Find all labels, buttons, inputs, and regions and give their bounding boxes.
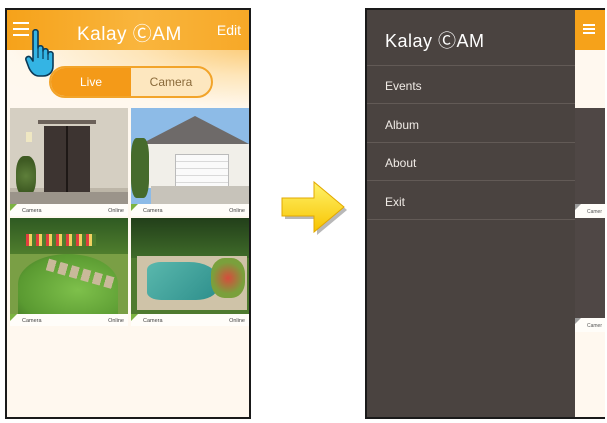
divider bbox=[367, 103, 575, 104]
camera-feed-thumbnail bbox=[10, 218, 128, 314]
divider bbox=[367, 219, 575, 220]
status-marker-icon bbox=[10, 314, 17, 321]
menu-item-album[interactable]: Album bbox=[385, 118, 419, 132]
divider bbox=[367, 142, 575, 143]
camera-feed-thumbnail bbox=[131, 108, 249, 204]
status-marker-icon bbox=[575, 318, 581, 324]
menu-item-events[interactable]: Events bbox=[385, 79, 422, 93]
camera-status: Online bbox=[108, 318, 124, 324]
camera-tile[interactable]: Camera Online bbox=[131, 218, 249, 326]
camera-name: Camer bbox=[587, 323, 603, 329]
camera-name: Camer bbox=[587, 209, 603, 215]
divider bbox=[367, 65, 575, 66]
hamburger-menu-icon[interactable] bbox=[583, 24, 595, 34]
camera-name: Camera bbox=[143, 318, 163, 324]
camera-name: Camera bbox=[143, 208, 163, 214]
camera-status: Online bbox=[229, 318, 245, 324]
camera-feed-thumbnail bbox=[575, 218, 605, 318]
menu-item-about[interactable]: About bbox=[385, 156, 416, 170]
tab-camera[interactable]: Camera bbox=[131, 68, 211, 96]
camera-name: Camera bbox=[22, 318, 42, 324]
camera-feed-thumbnail bbox=[575, 108, 605, 204]
camera-caption: Camera Online bbox=[131, 314, 249, 326]
navigation-drawer: Kalay ⒸAM Events Album About Exit bbox=[367, 10, 575, 417]
camera-feed-thumbnail bbox=[10, 108, 128, 204]
edit-button[interactable]: Edit bbox=[217, 22, 241, 38]
app-title: Kalay ⒸAM bbox=[77, 24, 182, 45]
view-toggle: Live Camera bbox=[49, 66, 213, 98]
camera-tile[interactable]: Camera Online bbox=[10, 108, 128, 216]
camera-caption: Camer bbox=[575, 204, 605, 218]
status-marker-icon bbox=[131, 204, 138, 211]
right-arrow-icon bbox=[281, 180, 347, 235]
camera-feed-thumbnail bbox=[131, 218, 249, 314]
camera-status: Online bbox=[229, 208, 245, 214]
status-marker-icon bbox=[575, 204, 581, 210]
divider bbox=[367, 180, 575, 181]
status-marker-icon bbox=[10, 204, 17, 211]
camera-caption: Camer bbox=[575, 318, 605, 332]
camera-status: Online bbox=[108, 208, 124, 214]
menu-item-exit[interactable]: Exit bbox=[385, 195, 405, 209]
camera-grid: Camera Online Camera Online Camera Onlin… bbox=[10, 108, 249, 326]
camera-caption: Camera Online bbox=[10, 204, 128, 216]
camera-name: Camera bbox=[22, 208, 42, 214]
drawer-title: Kalay ⒸAM bbox=[385, 31, 485, 51]
camera-caption: Camera Online bbox=[131, 204, 249, 216]
phone-screen-camera-list: Kalay ⒸAM Edit Live Camera Camera Online bbox=[5, 8, 251, 419]
phone-screen-side-menu: Camer Camer Kalay ⒸAM Events Album About… bbox=[365, 8, 605, 419]
status-marker-icon bbox=[131, 314, 138, 321]
camera-tile[interactable]: Camera Online bbox=[131, 108, 249, 216]
pointing-hand-cursor-icon bbox=[25, 28, 54, 77]
camera-tile[interactable]: Camera Online bbox=[10, 218, 128, 326]
app-header-peek bbox=[575, 10, 605, 50]
camera-caption: Camera Online bbox=[10, 314, 128, 326]
